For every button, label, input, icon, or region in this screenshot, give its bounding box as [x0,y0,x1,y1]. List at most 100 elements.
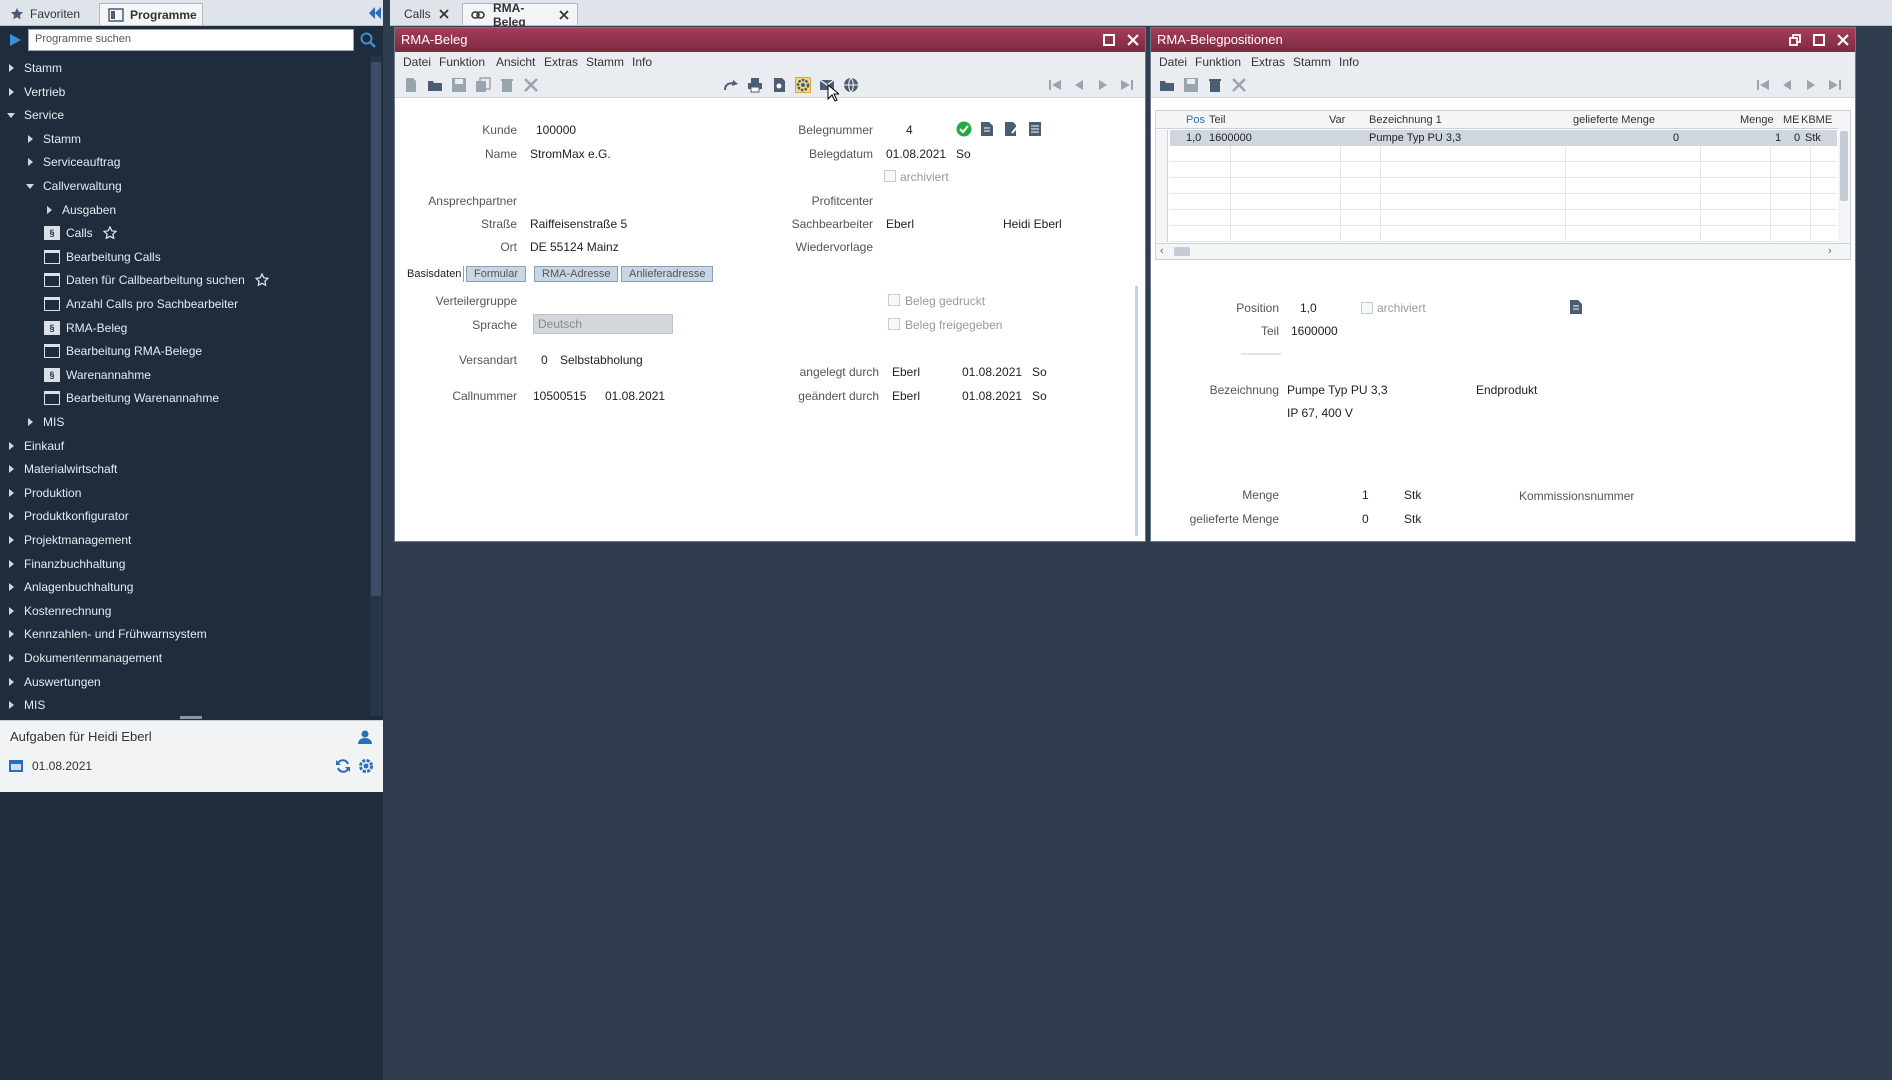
last-record-icon[interactable] [1119,77,1135,93]
last-record-icon[interactable] [1827,77,1843,93]
settings-icon[interactable] [795,77,811,93]
tree-item[interactable]: Stamm [0,127,81,151]
menge-field[interactable]: 1 [1362,488,1369,502]
kunde-field[interactable]: 100000 [536,123,576,137]
document-icon[interactable] [1569,299,1583,315]
first-record-icon[interactable] [1047,77,1063,93]
window-titlebar[interactable]: RMA-Beleg [395,28,1145,52]
col-bezeichnung[interactable]: Bezeichnung 1 [1369,114,1442,126]
close-icon[interactable] [1837,34,1849,46]
window-titlebar[interactable]: RMA-Belegpositionen [1151,28,1855,52]
bezeichnung2-field[interactable]: IP 67, 400 V [1287,406,1353,420]
archiviert-checkbox[interactable] [884,170,896,182]
previous-record-icon[interactable] [1071,77,1087,93]
save-icon[interactable] [451,77,467,93]
col-kbme[interactable]: KBME [1801,114,1832,126]
chevron-right-icon[interactable] [6,700,16,710]
tree-item[interactable]: MIS [0,410,64,434]
tree-item[interactable]: Materialwirtschaft [0,457,117,481]
close-icon[interactable] [439,9,449,19]
tree-item[interactable]: Callverwaltung [0,174,122,198]
restore-icon[interactable] [1789,34,1801,46]
tab-formular[interactable]: Formular [466,266,527,282]
collapse-panel-icon[interactable] [366,5,382,21]
new-icon[interactable] [403,77,419,93]
strasse-field[interactable]: Raiffeisenstraße 5 [530,217,627,231]
chevron-right-icon[interactable] [6,582,16,592]
tree-item[interactable]: Stamm [0,56,62,80]
notes-icon[interactable] [1028,121,1042,137]
row-selector-column[interactable] [1156,130,1168,242]
menu-item[interactable]: Info [1339,55,1359,69]
bezeichnung-field[interactable]: Pumpe Typ PU 3,3 [1287,383,1388,397]
open-icon[interactable] [427,77,443,93]
chevron-right-icon[interactable] [6,535,16,545]
col-pos[interactable]: Pos [1186,114,1205,126]
user-icon[interactable] [357,729,373,745]
chevron-right-icon[interactable] [6,677,16,687]
cancel-icon[interactable] [1231,77,1247,93]
col-me[interactable]: ME [1783,114,1800,126]
tab-favorites[interactable]: Favoriten [2,3,96,25]
print-icon[interactable] [747,77,763,93]
refresh-icon[interactable] [335,758,351,774]
menu-item[interactable]: Ansicht [496,55,535,69]
name-field[interactable]: StromMax e.G. [530,147,611,161]
edit-document-icon[interactable] [1004,121,1020,137]
tab-rma-beleg[interactable]: RMA-Beleg [462,1,578,29]
grid-vscroll-thumb[interactable] [1840,131,1848,201]
chevron-down-icon[interactable] [6,110,16,120]
tree-item[interactable]: Service [0,103,64,127]
tree-item[interactable]: Daten für Callbearbeitung suchen [0,268,269,292]
copy-icon[interactable] [475,77,491,93]
favorite-star-icon[interactable] [102,226,117,240]
table-row[interactable]: 1,0 1600000 Pumpe Typ PU 3,3 0 1 0 Stk [1170,130,1837,146]
menu-item[interactable]: Extras [1251,55,1285,69]
tree-item[interactable]: § RMA-Beleg [0,316,127,340]
delete-icon[interactable] [499,77,515,93]
tree-item[interactable]: Bearbeitung Calls [0,245,161,269]
beleg-freigegeben-checkbox[interactable] [888,318,900,330]
maximize-icon[interactable] [1103,34,1115,46]
chevron-right-icon[interactable] [6,559,16,569]
chevron-right-icon[interactable] [6,629,16,639]
col-menge[interactable]: Menge [1740,114,1774,126]
preview-icon[interactable] [771,77,787,93]
tree-item[interactable]: Bearbeitung RMA-Belege [0,339,202,363]
grid-hscrollbar[interactable]: ‹ › [1156,243,1850,259]
scroll-left-icon[interactable]: ‹ [1160,245,1164,257]
col-teil[interactable]: Teil [1209,114,1226,126]
previous-record-icon[interactable] [1779,77,1795,93]
open-icon[interactable] [1159,77,1175,93]
gear-icon[interactable] [358,758,374,774]
next-record-icon[interactable] [1803,77,1819,93]
chevron-right-icon[interactable] [6,653,16,663]
tab-programs[interactable]: Programme [99,3,203,25]
belegnummer-field[interactable]: 4 [906,123,913,137]
sachbearbeiter-field[interactable]: Eberl [886,217,914,231]
grid-hscroll-thumb[interactable] [1174,247,1190,256]
col-var[interactable]: Var [1329,114,1345,126]
tree-item[interactable]: MIS [0,693,45,716]
tab-calls[interactable]: Calls [396,3,460,25]
gelieferte-menge-field[interactable]: 0 [1362,512,1369,526]
detail-scrollbar[interactable] [1135,286,1138,536]
menu-item[interactable]: Stamm [586,55,624,69]
tree-item[interactable]: Produktion [0,481,81,505]
tab-anlieferadresse[interactable]: Anlieferadresse [621,266,714,282]
close-icon[interactable] [559,9,569,20]
versandart-code[interactable]: 0 [541,353,548,367]
first-record-icon[interactable] [1755,77,1771,93]
document-icon[interactable] [980,121,994,137]
callnummer-field[interactable]: 10500515 [533,389,586,403]
position-field[interactable]: 1,0 [1300,301,1317,315]
tab-rma-adresse[interactable]: RMA-Adresse [534,266,619,282]
search-icon[interactable] [360,32,376,48]
scroll-right-icon[interactable]: › [1828,245,1832,257]
belegdatum-field[interactable]: 01.08.2021 [886,147,946,161]
menu-item[interactable]: Info [632,55,652,69]
delete-icon[interactable] [1207,77,1223,93]
menu-item[interactable]: Funktion [1195,55,1241,69]
maximize-icon[interactable] [1813,34,1825,46]
chevron-right-icon[interactable] [6,441,16,451]
